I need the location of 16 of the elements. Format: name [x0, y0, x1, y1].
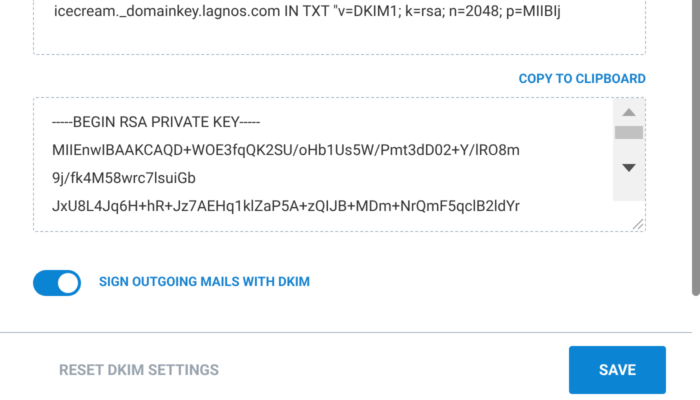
scroll-up-icon[interactable] — [622, 108, 636, 116]
scroll-down-icon[interactable] — [622, 164, 636, 172]
scroll-thumb[interactable] — [615, 126, 643, 139]
page-scrollbar-thumb[interactable] — [692, 0, 700, 296]
textarea-scrollbar[interactable] — [613, 98, 645, 201]
private-key-textarea[interactable]: -----BEGIN RSA PRIVATE KEY----- MIIEnwIBAAKCAQD+WOE3fqQK2SU/oHb1Us5W/Pmt3dD02+Y/lRO8m 9j/fk4M58wrc7lsuiGb JxU8L4Jq6H+hR+Jz7AEHq1klZaP5A+zQIJB+MDm+NrQmF5qclB2ldYr — [33, 97, 646, 232]
key-line: JxU8L4Jq6H+hR+Jz7AEHq1klZaP5A+zQIJB+MDm+NrQmF5qclB2ldYr — [52, 196, 520, 217]
toggle-switch[interactable] — [33, 270, 81, 296]
save-button[interactable]: SAVE — [569, 346, 666, 394]
resize-handle-icon[interactable] — [632, 218, 644, 230]
copy-to-clipboard-link[interactable]: COPY TO CLIPBOARD — [518, 71, 646, 89]
key-line: 9j/fk4M58wrc7lsuiGb — [52, 168, 196, 189]
dns-record-field[interactable]: icecream._domainkey.lagnos.com IN TXT "v=DKIM1; k=rsa; n=2048; p=MIIBIj — [33, 0, 646, 55]
toggle-label: SIGN OUTGOING MAILS WITH DKIM — [99, 274, 310, 292]
key-line: MIIEnwIBAAKCAQD+WOE3fqQK2SU/oHb1Us5W/Pmt3dD02+Y/lRO8m — [52, 140, 520, 161]
key-line: -----BEGIN RSA PRIVATE KEY----- — [52, 112, 260, 133]
